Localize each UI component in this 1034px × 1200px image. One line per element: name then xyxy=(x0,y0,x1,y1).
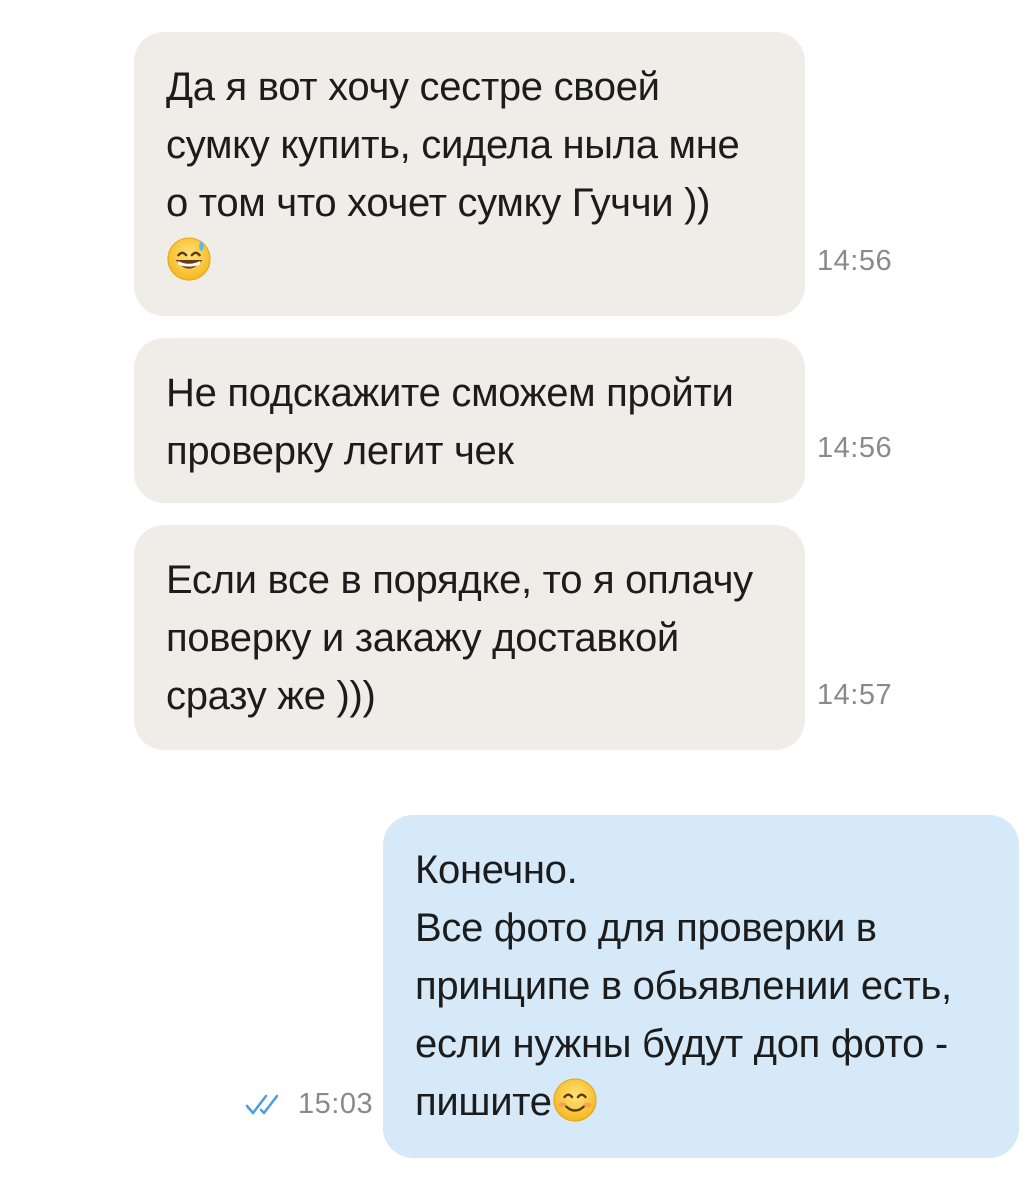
message-line: Все фото для проверки в xyxy=(415,906,877,950)
message-timestamp: 14:56 xyxy=(817,432,893,464)
message-text: Конечно. Все фото для проверки в принцип… xyxy=(415,841,999,1131)
message-line: сумку купить, сидела ныла мне xyxy=(166,123,740,167)
outgoing-message-bubble[interactable]: Конечно. Все фото для проверки в принцип… xyxy=(383,815,1019,1158)
message-timestamp: 15:03 xyxy=(298,1088,374,1120)
double-check-icon xyxy=(245,1094,279,1115)
message-line: пишите xyxy=(415,1080,552,1124)
message-line: поверку и закажу доставкой xyxy=(166,616,679,660)
message-line: если нужны будут доп фото - xyxy=(415,1022,948,1066)
message-text: Если все в порядке, то я оплачу поверку … xyxy=(166,551,785,725)
message-timestamp: 14:57 xyxy=(817,679,893,711)
smiling-emoji-icon xyxy=(553,1078,597,1122)
incoming-message-bubble[interactable]: Не подскажите сможем пройти проверку лег… xyxy=(134,338,805,503)
message-timestamp: 14:56 xyxy=(817,245,893,277)
message-line: о том что хочет сумку Гуччи )) xyxy=(166,181,711,225)
message-text: Не подскажите сможем пройти проверку лег… xyxy=(166,364,785,480)
grinning-sweat-emoji-icon xyxy=(167,237,211,281)
incoming-message-bubble[interactable]: Да я вот хочу сестре своей сумку купить,… xyxy=(134,32,805,316)
incoming-message-bubble[interactable]: Если все в порядке, то я оплачу поверку … xyxy=(134,525,805,750)
message-line: принципе в обьявлении есть, xyxy=(415,964,952,1008)
message-text: Да я вот хочу сестре своей сумку купить,… xyxy=(166,58,785,290)
message-line: Не подскажите сможем пройти xyxy=(166,371,734,415)
message-line: проверку легит чек xyxy=(166,429,514,473)
message-line: сразу же ))) xyxy=(166,674,376,718)
message-line: Конечно. xyxy=(415,848,578,892)
message-line: Если все в порядке, то я оплачу xyxy=(166,558,753,602)
message-line: Да я вот хочу сестре своей xyxy=(166,65,660,109)
